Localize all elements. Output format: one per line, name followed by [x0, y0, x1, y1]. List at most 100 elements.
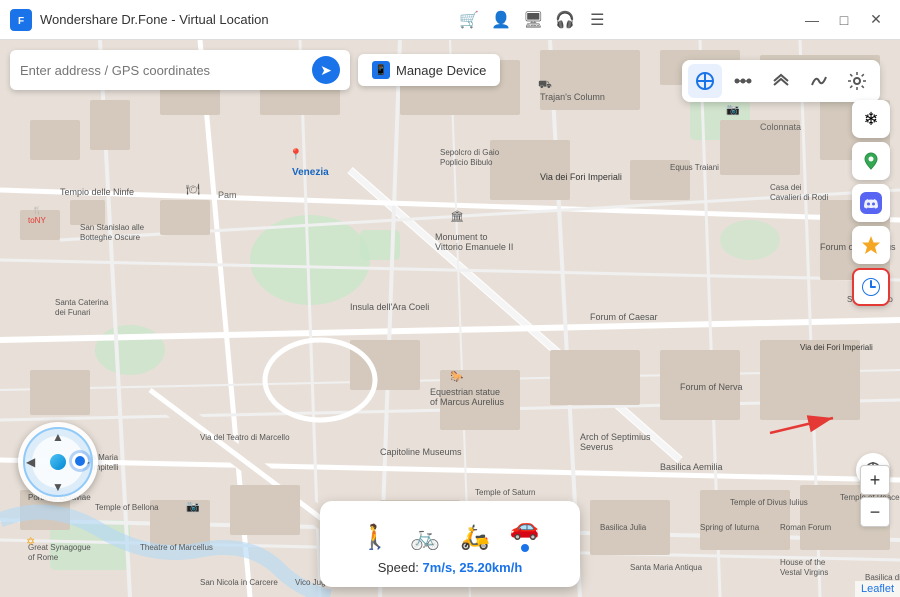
maps-button[interactable]: [852, 142, 890, 180]
window-controls: — □ ✕: [798, 6, 890, 34]
compass-up[interactable]: ▲: [52, 430, 64, 444]
svg-text:dei Funari: dei Funari: [55, 308, 91, 317]
svg-text:F: F: [18, 16, 24, 27]
navigate-button[interactable]: ➤: [312, 56, 340, 84]
svg-text:Arch of Septimius: Arch of Septimius: [580, 432, 651, 442]
menu-icon-btn[interactable]: ☰: [584, 7, 610, 33]
svg-text:House of the: House of the: [780, 558, 826, 567]
title-bar-header-icons: 🛒 👤 🖥 🎧 ☰: [456, 7, 610, 33]
svg-text:Temple of Bellona: Temple of Bellona: [95, 503, 159, 512]
speed-panel: 🚶 🚲 🛵 🚗 Speed: 7m/s, 25.20km/h: [320, 501, 580, 587]
svg-text:San Nicola in Carcere: San Nicola in Carcere: [200, 578, 278, 587]
manage-device-button[interactable]: 📱 Manage Device: [358, 54, 500, 86]
svg-text:Tempio delle Ninfe: Tempio delle Ninfe: [60, 187, 134, 197]
app-icon: F: [10, 9, 32, 31]
svg-text:Botteghe Oscure: Botteghe Oscure: [80, 233, 141, 242]
selected-mode-indicator: [521, 544, 529, 552]
snowflake-button[interactable]: ❄: [852, 100, 890, 138]
minimize-button[interactable]: —: [798, 6, 826, 34]
bike-mode[interactable]: 🚲: [410, 523, 440, 552]
top-bar: ➤ 📱 Manage Device: [10, 50, 890, 90]
location-dot: [72, 453, 88, 469]
cart-icon-btn[interactable]: 🛒: [456, 7, 482, 33]
zoom-controls: + −: [860, 465, 890, 527]
screen-icon-btn[interactable]: 🖥: [520, 7, 546, 33]
search-box: ➤: [10, 50, 350, 90]
svg-text:Severus: Severus: [580, 442, 614, 452]
right-sidebar: ❄: [852, 100, 890, 306]
title-bar: F Wondershare Dr.Fone - Virtual Location…: [0, 0, 900, 40]
svg-text:🐎: 🐎: [450, 370, 464, 383]
compass-left[interactable]: ◀: [26, 455, 35, 469]
leaflet-link[interactable]: Leaflet: [861, 583, 894, 595]
svg-text:Spring of Iuturna: Spring of Iuturna: [700, 523, 760, 532]
svg-text:Equus Traiani: Equus Traiani: [670, 163, 719, 172]
zoom-out-button[interactable]: −: [860, 497, 890, 527]
svg-text:San Stanislao alle: San Stanislao alle: [80, 223, 145, 232]
svg-text:Vestal Virgins: Vestal Virgins: [780, 568, 828, 577]
compass-down[interactable]: ▼: [52, 480, 64, 494]
svg-text:📍: 📍: [289, 148, 303, 161]
title-bar-left: F Wondershare Dr.Fone - Virtual Location: [10, 9, 269, 31]
teleport-mode-button[interactable]: [688, 64, 722, 98]
svg-text:Poplicio Bibulo: Poplicio Bibulo: [440, 158, 493, 167]
car-mode[interactable]: 🚗: [510, 513, 540, 552]
svg-text:Via dei Fori Imperiali: Via dei Fori Imperiali: [800, 343, 873, 352]
headphone-icon-btn[interactable]: 🎧: [552, 7, 578, 33]
manage-device-label: Manage Device: [396, 63, 486, 78]
svg-text:📷: 📷: [726, 104, 740, 116]
svg-text:Forum of Caesar: Forum of Caesar: [590, 312, 658, 322]
speed-label: Speed:: [378, 560, 419, 575]
svg-text:Santa Maria Antiqua: Santa Maria Antiqua: [630, 563, 703, 572]
svg-text:Temple of Divus Iulius: Temple of Divus Iulius: [730, 498, 808, 507]
discord-button[interactable]: [852, 184, 890, 222]
svg-text:Basilica Julia: Basilica Julia: [600, 523, 647, 532]
multi-stop-mode-button[interactable]: [726, 64, 760, 98]
speed-display: Speed: 7m/s, 25.20km/h: [344, 560, 556, 575]
svg-text:Forum of Nerva: Forum of Nerva: [680, 382, 743, 392]
svg-text:Theatre of Marcellus: Theatre of Marcellus: [140, 543, 213, 552]
svg-text:Via dei Fori Imperiali: Via dei Fori Imperiali: [540, 172, 622, 182]
svg-text:of Rome: of Rome: [28, 553, 59, 562]
bike-icon: 🚲: [410, 523, 440, 552]
leaflet-attribution: Leaflet: [855, 581, 900, 597]
zoom-in-button[interactable]: +: [860, 465, 890, 495]
clock-button[interactable]: [852, 268, 890, 306]
search-input[interactable]: [20, 63, 304, 78]
maximize-button[interactable]: □: [830, 6, 858, 34]
svg-text:Sepolcro di Gaio: Sepolcro di Gaio: [440, 148, 500, 157]
svg-text:toNY: toNY: [28, 216, 46, 225]
svg-text:Temple of Saturn: Temple of Saturn: [475, 488, 535, 497]
jump-teleport-mode-button[interactable]: [764, 64, 798, 98]
svg-text:🏛: 🏛: [450, 210, 464, 223]
svg-text:🍽: 🍽: [186, 183, 200, 196]
car-icon: 🚗: [510, 513, 540, 542]
svg-text:Casa dei: Casa dei: [770, 183, 802, 192]
scooter-mode[interactable]: 🛵: [460, 523, 490, 552]
star-button[interactable]: [852, 226, 890, 264]
svg-text:Monument to: Monument to: [435, 232, 488, 242]
svg-text:Vittorio Emanuele II: Vittorio Emanuele II: [435, 242, 513, 252]
svg-text:✡: ✡: [26, 536, 35, 548]
svg-text:Great Synagogue: Great Synagogue: [28, 543, 91, 552]
map-area[interactable]: Church of the Gesù Torre delle Milizie T…: [0, 40, 900, 597]
curved-route-button[interactable]: [802, 64, 836, 98]
close-button[interactable]: ✕: [862, 6, 890, 34]
svg-text:Basilica Aemilia: Basilica Aemilia: [660, 462, 723, 472]
speed-value: 7m/s, 25.20km/h: [423, 560, 523, 575]
walk-mode[interactable]: 🚶: [360, 523, 390, 552]
svg-text:🍴: 🍴: [32, 205, 42, 215]
scooter-icon: 🛵: [460, 523, 490, 552]
svg-text:Cavalieri di Rodi: Cavalieri di Rodi: [770, 193, 828, 202]
svg-text:Roman Forum: Roman Forum: [780, 523, 831, 532]
svg-text:Colonnata: Colonnata: [760, 122, 801, 132]
manage-device-icon: 📱: [372, 61, 390, 79]
svg-text:Santa Caterina: Santa Caterina: [55, 298, 109, 307]
walk-icon: 🚶: [360, 523, 390, 552]
svg-text:Equestrian statue: Equestrian statue: [430, 387, 500, 397]
svg-text:Venezia: Venezia: [292, 167, 329, 178]
svg-text:📷: 📷: [186, 501, 200, 513]
settings-button[interactable]: [840, 64, 874, 98]
user-icon-btn[interactable]: 👤: [488, 7, 514, 33]
mode-toolbar: [682, 60, 880, 102]
